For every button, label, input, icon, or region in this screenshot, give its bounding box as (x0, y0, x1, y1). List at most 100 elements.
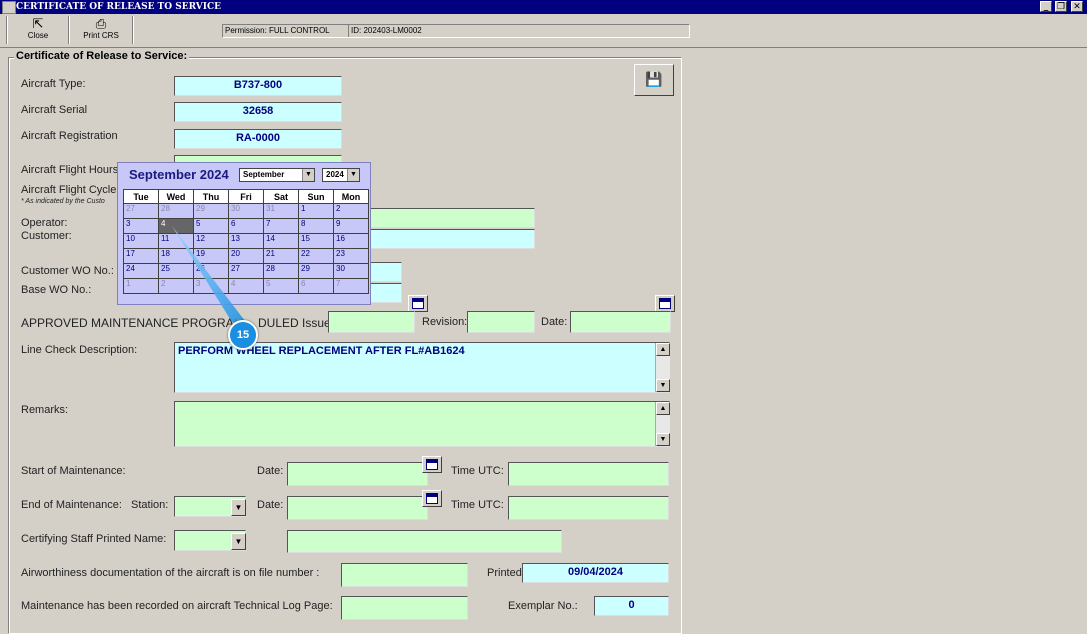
airworthiness-field[interactable] (341, 563, 468, 587)
printed-label: Printed: (487, 567, 525, 579)
techlog-field[interactable] (341, 596, 468, 620)
station-dropdown-icon[interactable]: ▼ (231, 499, 246, 516)
calendar-day[interactable]: 10 (123, 233, 159, 249)
scroll-down-icon[interactable]: ▼ (656, 379, 670, 392)
calendar-day[interactable]: 4 (228, 278, 264, 294)
weekday-header: Mon (333, 189, 369, 204)
calendar-day[interactable]: 2 (333, 203, 369, 219)
start-time-field[interactable] (508, 462, 669, 486)
calendar-day[interactable]: 3 (193, 278, 229, 294)
calendar-day[interactable]: 7 (263, 218, 299, 234)
amp-calendar-button[interactable] (408, 295, 428, 312)
calendar-day[interactable]: 20 (228, 248, 264, 264)
amp-date-field[interactable] (570, 311, 671, 333)
calendar-day[interactable]: 5 (263, 278, 299, 294)
amp-issue-field[interactable] (328, 311, 415, 333)
month-select[interactable]: September ▼ (239, 168, 315, 182)
aircraft-type-field[interactable]: B737-800 (174, 76, 342, 96)
printed-date-field[interactable]: 09/04/2024 (522, 563, 669, 583)
calendar-day[interactable]: 22 (298, 248, 334, 264)
start-maintenance-label: Start of Maintenance: (21, 465, 126, 477)
chevron-down-icon[interactable]: ▼ (302, 169, 314, 181)
close-button[interactable]: ⇱ Close (12, 16, 64, 45)
line-check-label: Line Check Description: (21, 344, 138, 356)
year-select[interactable]: 2024 ▼ (322, 168, 360, 182)
station-label: Station: (131, 499, 169, 511)
calendar-day[interactable]: 3 (123, 218, 159, 234)
calendar-day[interactable]: 12 (193, 233, 229, 249)
calendar-day[interactable]: 29 (193, 203, 229, 219)
customer-wo-label: Customer WO No.: (21, 265, 114, 277)
restore-button[interactable]: ❐ (1055, 1, 1067, 12)
airworthiness-label: Airworthiness documentation of the aircr… (21, 567, 320, 579)
calendar-day[interactable]: 15 (298, 233, 334, 249)
save-button[interactable]: 💾 (634, 64, 674, 96)
calendar-day[interactable]: 24 (123, 263, 159, 279)
scroll-up-icon[interactable]: ▲ (656, 402, 670, 415)
calendar-day[interactable]: 9 (333, 218, 369, 234)
certifying-staff-name-field[interactable] (287, 530, 562, 553)
calendar-day[interactable]: 27 (123, 203, 159, 219)
customer-field[interactable] (360, 229, 535, 249)
scroll-down-icon[interactable]: ▼ (656, 433, 670, 446)
calendar-day[interactable]: 1 (123, 278, 159, 294)
remarks-scrollbar[interactable]: ▲ ▼ (655, 402, 670, 446)
chevron-down-icon[interactable]: ▼ (347, 169, 359, 181)
calendar-day[interactable]: 17 (123, 248, 159, 264)
start-date-calendar-button[interactable] (422, 456, 442, 473)
aircraft-serial-field[interactable]: 32658 (174, 102, 342, 122)
calendar-day[interactable]: 21 (263, 248, 299, 264)
calendar-day[interactable]: 6 (298, 278, 334, 294)
calendar-day[interactable]: 7 (333, 278, 369, 294)
line-check-scrollbar[interactable]: ▲ ▼ (655, 343, 670, 392)
calendar-day[interactable]: 25 (158, 263, 194, 279)
calendar-day[interactable]: 1 (298, 203, 334, 219)
scroll-up-icon[interactable]: ▲ (656, 343, 670, 356)
calendar-week: 27 28 29 30 31 1 2 (123, 203, 369, 219)
calendar-day[interactable]: 30 (333, 263, 369, 279)
close-window-button[interactable]: ✕ (1071, 1, 1083, 12)
calendar-day[interactable]: 29 (298, 263, 334, 279)
calendar-day[interactable]: 30 (228, 203, 264, 219)
start-date-field[interactable] (287, 462, 428, 486)
calendar-day[interactable]: 2 (158, 278, 194, 294)
calendar-day[interactable]: 11 (158, 233, 194, 249)
calendar-day[interactable]: 5 (193, 218, 229, 234)
calendar-day[interactable]: 28 (263, 263, 299, 279)
customer-label: Customer: (21, 230, 72, 242)
remarks-label: Remarks: (21, 404, 69, 416)
certifying-dropdown-icon[interactable]: ▼ (231, 533, 246, 550)
amp-date-calendar-button[interactable] (655, 295, 675, 312)
calendar-icon (659, 298, 671, 309)
calendar-day[interactable]: 18 (158, 248, 194, 264)
calendar-day[interactable]: 6 (228, 218, 264, 234)
revision-field[interactable] (467, 311, 535, 333)
calendar-day[interactable]: 23 (333, 248, 369, 264)
close-button-label: Close (27, 31, 49, 40)
exemplar-label: Exemplar No.: (508, 600, 578, 612)
end-date-label: Date: (257, 499, 284, 511)
aircraft-registration-field[interactable]: RA-0000 (174, 129, 342, 149)
minimize-button[interactable]: _ (1040, 1, 1052, 12)
calendar-day[interactable]: 28 (158, 203, 194, 219)
calendar-grid: Tue Wed Thu Fri Sat Sun Mon 27 28 29 30 31 1 2 3 4 5 6 7 8… (123, 189, 369, 294)
end-time-field[interactable] (508, 496, 669, 520)
operator-field[interactable] (360, 208, 535, 228)
end-date-calendar-button[interactable] (422, 490, 442, 507)
print-crs-button[interactable]: ⎙ Print CRS (74, 16, 128, 45)
calendar-day[interactable]: 13 (228, 233, 264, 249)
calendar-day[interactable]: 4 (158, 218, 194, 234)
weekday-header: Tue (123, 189, 159, 204)
calendar-day[interactable]: 16 (333, 233, 369, 249)
calendar-day[interactable]: 26 (193, 263, 229, 279)
calendar-day[interactable]: 14 (263, 233, 299, 249)
line-check-field[interactable]: PERFORM WHEEL REPLACEMENT AFTER FL#AB162… (174, 342, 670, 393)
end-date-field[interactable] (287, 496, 428, 520)
line-check-text: PERFORM WHEEL REPLACEMENT AFTER FL#AB162… (178, 345, 465, 357)
calendar-day[interactable]: 31 (263, 203, 299, 219)
calendar-day[interactable]: 8 (298, 218, 334, 234)
calendar-day[interactable]: 27 (228, 263, 264, 279)
remarks-field[interactable] (174, 401, 670, 447)
exemplar-field[interactable]: 0 (594, 596, 669, 616)
calendar-day[interactable]: 19 (193, 248, 229, 264)
